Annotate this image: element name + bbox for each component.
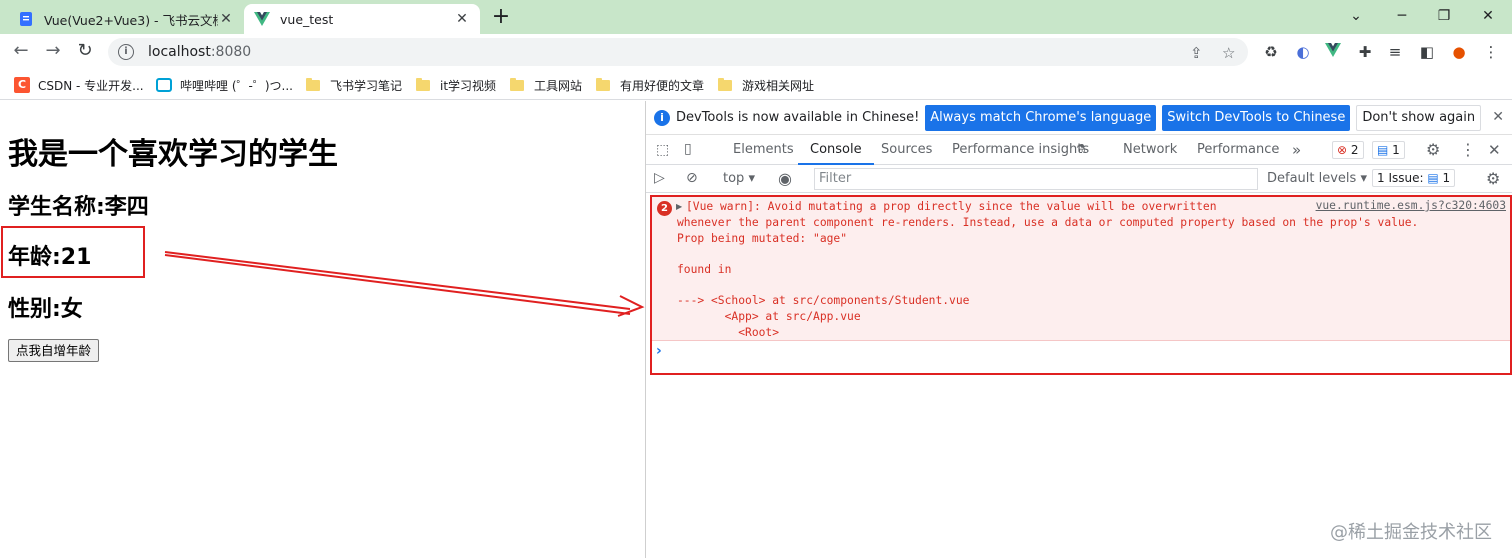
devtools-panel: i DevTools is now available in Chinese! … [646,101,1512,558]
bookmark-folder[interactable]: 工具网站 [510,76,582,94]
filter-input[interactable]: Filter [814,168,1258,190]
console-toolbar: ▷ ⊘ top ▾ ◉ Filter Default levels ▾ 1 Is… [646,165,1512,193]
tab-sources[interactable]: Sources [881,135,932,165]
bookmarks-bar: C CSDN - 专业开发... 哔哩哔哩 (゜-゜)つ... 飞书学习笔记 it… [0,70,1512,100]
message-count-badge[interactable]: ▤ 1 [1372,141,1405,159]
forward-button[interactable]: → [40,40,66,64]
watermark: @稀土掘金技术社区 [1330,522,1492,543]
tab-performance[interactable]: Performance [1197,135,1279,165]
console-output-highlight: 2 ▶ [Vue warn]: Avoid mutating a prop di… [650,195,1512,375]
vue-warning-message: 2 ▶ [Vue warn]: Avoid mutating a prop di… [652,197,1510,341]
folder-icon [416,77,430,91]
web-page: 我是一个喜欢学习的学生 学生名称:李四 年龄:21 性别:女 点我自增年龄 [0,101,645,558]
tab-console[interactable]: Console [798,135,874,165]
close-icon[interactable]: ✕ [1492,109,1504,125]
tab-strip: Vue(Vue2+Vue3) - 飞书云文档 ✕ vue_test ✕ + ⌄ … [0,0,1512,34]
settings-gear-icon[interactable]: ⚙ [1426,140,1440,159]
minimize-button[interactable]: ─ [1382,4,1422,30]
new-tab-button[interactable]: + [488,5,514,31]
bookmark-folder[interactable]: 游戏相关网址 [718,76,814,94]
bookmark-folder[interactable]: 有用好便的文章 [596,76,704,94]
match-language-button[interactable]: Always match Chrome's language [925,104,1157,131]
vue-devtools-extension-icon[interactable] [1324,43,1342,61]
extensions-puzzle-icon[interactable]: ✚ [1356,43,1374,61]
close-devtools-icon[interactable]: ✕ [1488,141,1501,159]
profile-avatar[interactable]: ● [1450,43,1468,61]
share-icon[interactable]: ⇪ [1190,44,1203,62]
kebab-menu-icon[interactable]: ⋮ [1460,140,1476,159]
bookmark-csdn[interactable]: C CSDN - 专业开发... [14,76,144,94]
tab-elements[interactable]: Elements [733,135,794,165]
menu-kebab-icon[interactable]: ⋮ [1482,43,1500,61]
language-infobar: i DevTools is now available in Chinese! … [646,101,1512,135]
device-toolbar-icon[interactable]: ▯ [684,141,692,157]
age-highlight-box [1,226,145,278]
recycle-extension-icon[interactable]: ♻ [1262,43,1280,61]
back-button[interactable]: ← [8,40,34,64]
more-tabs-button[interactable]: » [1292,135,1301,165]
tab-title: Vue(Vue2+Vue3) - 飞书云文档 [44,12,218,28]
info-icon: i [654,109,670,126]
folder-icon [510,77,524,91]
csdn-icon: C [14,77,30,93]
dont-show-again-button[interactable]: Don't show again [1356,104,1482,131]
close-icon[interactable]: ✕ [454,11,470,27]
student-name: 学生名称:李四 [8,195,149,220]
tab-performance-insights[interactable]: Performance insights [952,135,1089,165]
console-prompt[interactable]: › [656,343,662,359]
tab-title: vue_test [280,11,334,27]
vue-logo-icon [254,12,270,26]
bilibili-icon [156,78,172,92]
increment-age-button[interactable]: 点我自增年龄 [8,339,100,362]
reading-list-icon[interactable]: ≡ [1386,43,1404,61]
site-info-icon[interactable]: i [118,44,134,60]
tab-network[interactable]: Network [1123,135,1177,165]
bookmark-star-icon[interactable]: ☆ [1222,44,1235,62]
bookmark-bilibili[interactable]: 哔哩哔哩 (゜-゜)つ... [156,76,293,94]
message-repeat-count: 2 [657,201,672,216]
folder-icon [596,77,610,91]
live-expression-eye-icon[interactable]: ◉ [778,169,792,188]
tab-vue-test[interactable]: vue_test ✕ [244,4,480,34]
infobar-message: DevTools is now available in Chinese! [676,110,920,125]
bookmark-folder[interactable]: 飞书学习笔记 [306,76,402,94]
tab-feishu-doc[interactable]: Vue(Vue2+Vue3) - 飞书云文档 ✕ [8,4,244,34]
source-link[interactable]: vue.runtime.esm.js?c320:4603 [1316,199,1506,212]
browser-toolbar: ← → ↻ i localhost:8080 ⇪ ☆ ♻ ◐ ✚ ≡ ◧ ● ⋮ [0,34,1512,70]
url-text: localhost:8080 [148,44,252,60]
close-window-button[interactable]: ✕ [1468,4,1508,30]
inspect-element-icon[interactable]: ⬚ [656,142,669,158]
document-icon [20,12,32,26]
folder-icon [306,77,320,91]
side-panel-icon[interactable]: ◧ [1418,43,1436,61]
context-selector[interactable]: top ▾ [723,171,755,186]
issues-badge[interactable]: 1 Issue: ▤ 1 [1372,169,1456,187]
maximize-button[interactable]: ❐ [1424,4,1464,30]
tab-search-icon[interactable]: ⌄ [1336,4,1376,30]
error-count-badge[interactable]: ⊗ 2 [1332,141,1364,159]
sidebar-toggle-icon[interactable]: ▷ [654,170,665,186]
student-gender: 性别:女 [8,297,83,322]
switch-chinese-button[interactable]: Switch DevTools to Chinese [1162,104,1351,131]
log-levels-dropdown[interactable]: Default levels ▾ [1267,171,1367,186]
address-bar[interactable]: i localhost:8080 ⇪ ☆ [108,38,1248,66]
opera-extension-icon[interactable]: ◐ [1294,43,1312,61]
warning-text: [Vue warn]: Avoid mutating a prop direct… [677,200,1419,339]
folder-icon [718,77,732,91]
flask-icon: ⚗ [1076,142,1086,155]
devtools-tabs: ⬚ ▯ Elements Console Sources Performance… [646,135,1512,165]
close-icon[interactable]: ✕ [218,11,234,27]
clear-console-icon[interactable]: ⊘ [686,170,698,186]
bookmark-folder[interactable]: it学习视频 [416,76,496,94]
reload-button[interactable]: ↻ [72,40,98,64]
page-title: 我是一个喜欢学习的学生 [8,137,338,172]
console-settings-icon[interactable]: ⚙ [1486,169,1500,188]
